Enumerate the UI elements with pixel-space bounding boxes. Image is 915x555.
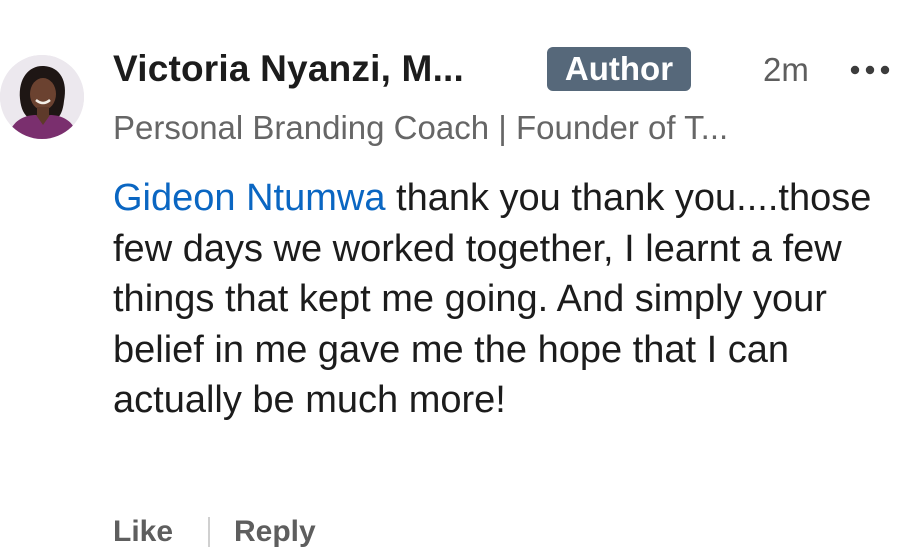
like-button[interactable]: Like bbox=[113, 515, 173, 549]
comment-card: Victoria Nyanzi, M... Author 2m Personal… bbox=[0, 0, 915, 548]
profile-photo-icon bbox=[0, 55, 84, 139]
author-headline: Personal Branding Coach | Founder of T..… bbox=[113, 109, 729, 146]
comment-timestamp: 2m bbox=[763, 51, 809, 88]
mention-link[interactable]: Gideon Ntumwa bbox=[113, 177, 385, 219]
author-name[interactable]: Victoria Nyanzi, M... bbox=[113, 46, 464, 92]
reply-button[interactable]: Reply bbox=[234, 515, 316, 549]
author-badge: Author bbox=[547, 47, 691, 91]
more-options-button[interactable] bbox=[845, 56, 895, 84]
ellipsis-icon bbox=[850, 65, 890, 75]
comment-body: Gideon Ntumwa thank you thank you....tho… bbox=[113, 173, 903, 426]
author-avatar[interactable] bbox=[0, 55, 84, 139]
action-divider bbox=[208, 517, 210, 547]
